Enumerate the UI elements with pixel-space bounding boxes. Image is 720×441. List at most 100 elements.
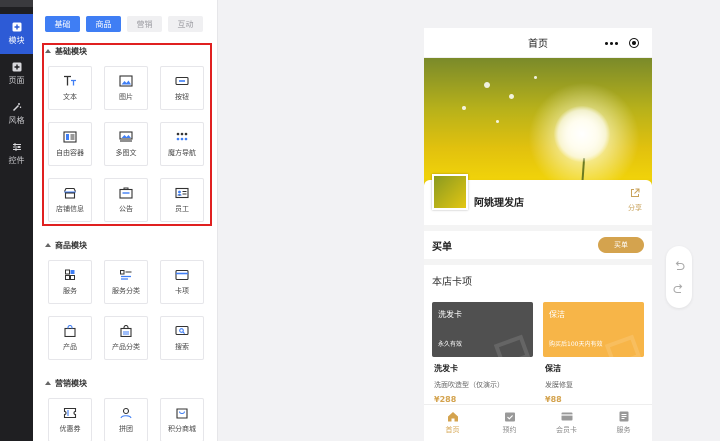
card-name: 洗发卡 xyxy=(438,310,462,319)
collapse-caret-icon xyxy=(45,243,51,247)
module-coupon[interactable]: 优惠券 xyxy=(48,398,92,441)
module-service[interactable]: 服务 xyxy=(48,260,92,304)
module-notice[interactable]: 公告 xyxy=(104,178,148,222)
tabbar-item-booking[interactable]: 预约 xyxy=(481,405,538,441)
module-button[interactable]: 按钮 xyxy=(160,66,204,110)
container-icon xyxy=(63,130,77,143)
store-icon xyxy=(63,187,77,199)
text-icon xyxy=(63,75,77,87)
section-header[interactable]: 基础模块 xyxy=(45,45,215,57)
rail-item-style[interactable]: 风格 xyxy=(0,94,33,134)
plus-square-icon xyxy=(12,22,22,32)
module-multi-image[interactable]: 多图文 xyxy=(104,122,148,166)
member-card-icon xyxy=(561,411,573,422)
member-card-care[interactable]: 保洁 购买后100天内有效 xyxy=(543,302,644,357)
card-title: 洗发卡 xyxy=(434,364,458,373)
section-title: 基础模块 xyxy=(55,46,87,56)
store-info-card: 阿姚理发店 分享 xyxy=(424,174,652,225)
tabbar-label: 会员卡 xyxy=(556,426,577,434)
page-title: 首页 xyxy=(528,39,548,50)
tabbar-label: 首页 xyxy=(445,426,460,434)
plus-square-icon xyxy=(12,62,22,72)
undo-icon[interactable] xyxy=(673,260,685,272)
rail-item-pages[interactable]: 页面 xyxy=(0,54,33,94)
staff-card-icon xyxy=(175,187,189,199)
tab-goods[interactable]: 商品 xyxy=(86,16,121,32)
rail-top-bar xyxy=(0,0,33,7)
rail-item-label: 控件 xyxy=(8,156,25,165)
undo-redo-controls xyxy=(666,246,692,308)
module-label: 拼团 xyxy=(119,424,133,433)
module-search[interactable]: 搜索 xyxy=(160,316,204,360)
tabbar-label: 服务 xyxy=(616,426,631,434)
module-cube-nav[interactable]: 魔方导航 xyxy=(160,122,204,166)
more-dots-icon[interactable] xyxy=(605,41,619,45)
bag-category-icon xyxy=(119,324,133,337)
module-label: 店铺信息 xyxy=(56,204,84,213)
tabbar-item-home[interactable]: 首页 xyxy=(424,405,481,441)
module-staff[interactable]: 员工 xyxy=(160,178,204,222)
rail-item-modules[interactable]: 模块 xyxy=(0,14,33,54)
notice-icon xyxy=(119,187,133,199)
module-label: 文本 xyxy=(63,92,77,101)
module-store-info[interactable]: 店铺信息 xyxy=(48,178,92,222)
card-description: 发膜修复 xyxy=(545,381,573,389)
card-description: 洗面吹造型（仅演示） xyxy=(434,381,504,389)
collapse-caret-icon xyxy=(45,49,51,53)
module-label: 积分商城 xyxy=(168,424,196,433)
rail-item-label: 模块 xyxy=(8,36,25,45)
category-list-icon xyxy=(119,269,133,281)
module-image[interactable]: 图片 xyxy=(104,66,148,110)
sliders-icon xyxy=(12,142,22,152)
card-price: ¥288 xyxy=(434,395,457,404)
close-target-icon[interactable] xyxy=(628,38,639,48)
tabbar-item-member-card[interactable]: 会员卡 xyxy=(538,405,595,441)
checkout-button[interactable]: 买单 xyxy=(598,237,644,253)
module-panel: 基础 商品 营销 互动 基础模块 文本 图片 按钮 自由容器 多图文 魔方导航 … xyxy=(33,0,218,441)
member-card-wash[interactable]: 洗发卡 永久有效 xyxy=(432,302,533,357)
module-label: 自由容器 xyxy=(56,148,84,157)
share-label: 分享 xyxy=(628,204,642,212)
section-header[interactable]: 营销模块 xyxy=(45,377,215,389)
module-label: 公告 xyxy=(119,204,133,213)
module-text[interactable]: 文本 xyxy=(48,66,92,110)
module-label: 多图文 xyxy=(115,148,137,157)
rail-item-controls[interactable]: 控件 xyxy=(0,134,33,174)
module-group-buy[interactable]: 拼团 xyxy=(104,398,148,441)
module-product-category[interactable]: 产品分类 xyxy=(104,316,148,360)
card-title: 保洁 xyxy=(545,364,561,373)
module-label: 魔方导航 xyxy=(168,148,196,157)
share-button[interactable]: 分享 xyxy=(628,188,642,213)
rail-item-label: 页面 xyxy=(8,76,25,85)
bottom-tabbar: 首页 预约 会员卡 服务 xyxy=(424,404,652,441)
image-icon xyxy=(119,74,133,87)
module-product[interactable]: 产品 xyxy=(48,316,92,360)
module-service-category[interactable]: 服务分类 xyxy=(104,260,148,304)
card-validity: 购买后100天内有效 xyxy=(549,341,603,348)
redo-icon[interactable] xyxy=(673,283,685,295)
tab-interaction[interactable]: 互动 xyxy=(168,16,203,32)
tab-marketing[interactable]: 营销 xyxy=(127,16,162,32)
goods-modules-section: 商品模块 服务 服务分类 卡项 产品 产品分类 搜索 xyxy=(45,239,215,360)
tab-basic[interactable]: 基础 xyxy=(45,16,80,32)
module-label: 搜索 xyxy=(175,342,189,351)
tabbar-item-service[interactable]: 服务 xyxy=(595,405,652,441)
points-mall-icon xyxy=(175,407,189,419)
service-grid-icon xyxy=(63,269,77,281)
module-card[interactable]: 卡项 xyxy=(160,260,204,304)
basic-modules-section: 基础模块 文本 图片 按钮 自由容器 多图文 魔方导航 店铺信息 公告 员工 xyxy=(45,45,215,222)
module-free-container[interactable]: 自由容器 xyxy=(48,122,92,166)
grid-dots-icon xyxy=(175,131,189,143)
section-title: 营销模块 xyxy=(55,378,87,388)
store-cards-title: 本店卡项 xyxy=(432,277,472,288)
section-header[interactable]: 商品模块 xyxy=(45,239,215,251)
card-validity: 永久有效 xyxy=(438,341,463,348)
collapse-caret-icon xyxy=(45,381,51,385)
module-label: 产品分类 xyxy=(112,342,140,351)
service-list-icon xyxy=(618,411,630,422)
divider xyxy=(424,259,652,265)
phone-header: 首页 xyxy=(424,28,652,58)
module-points-mall[interactable]: 积分商城 xyxy=(160,398,204,441)
card-price: ¥88 xyxy=(545,395,562,404)
module-label: 服务分类 xyxy=(112,286,140,295)
